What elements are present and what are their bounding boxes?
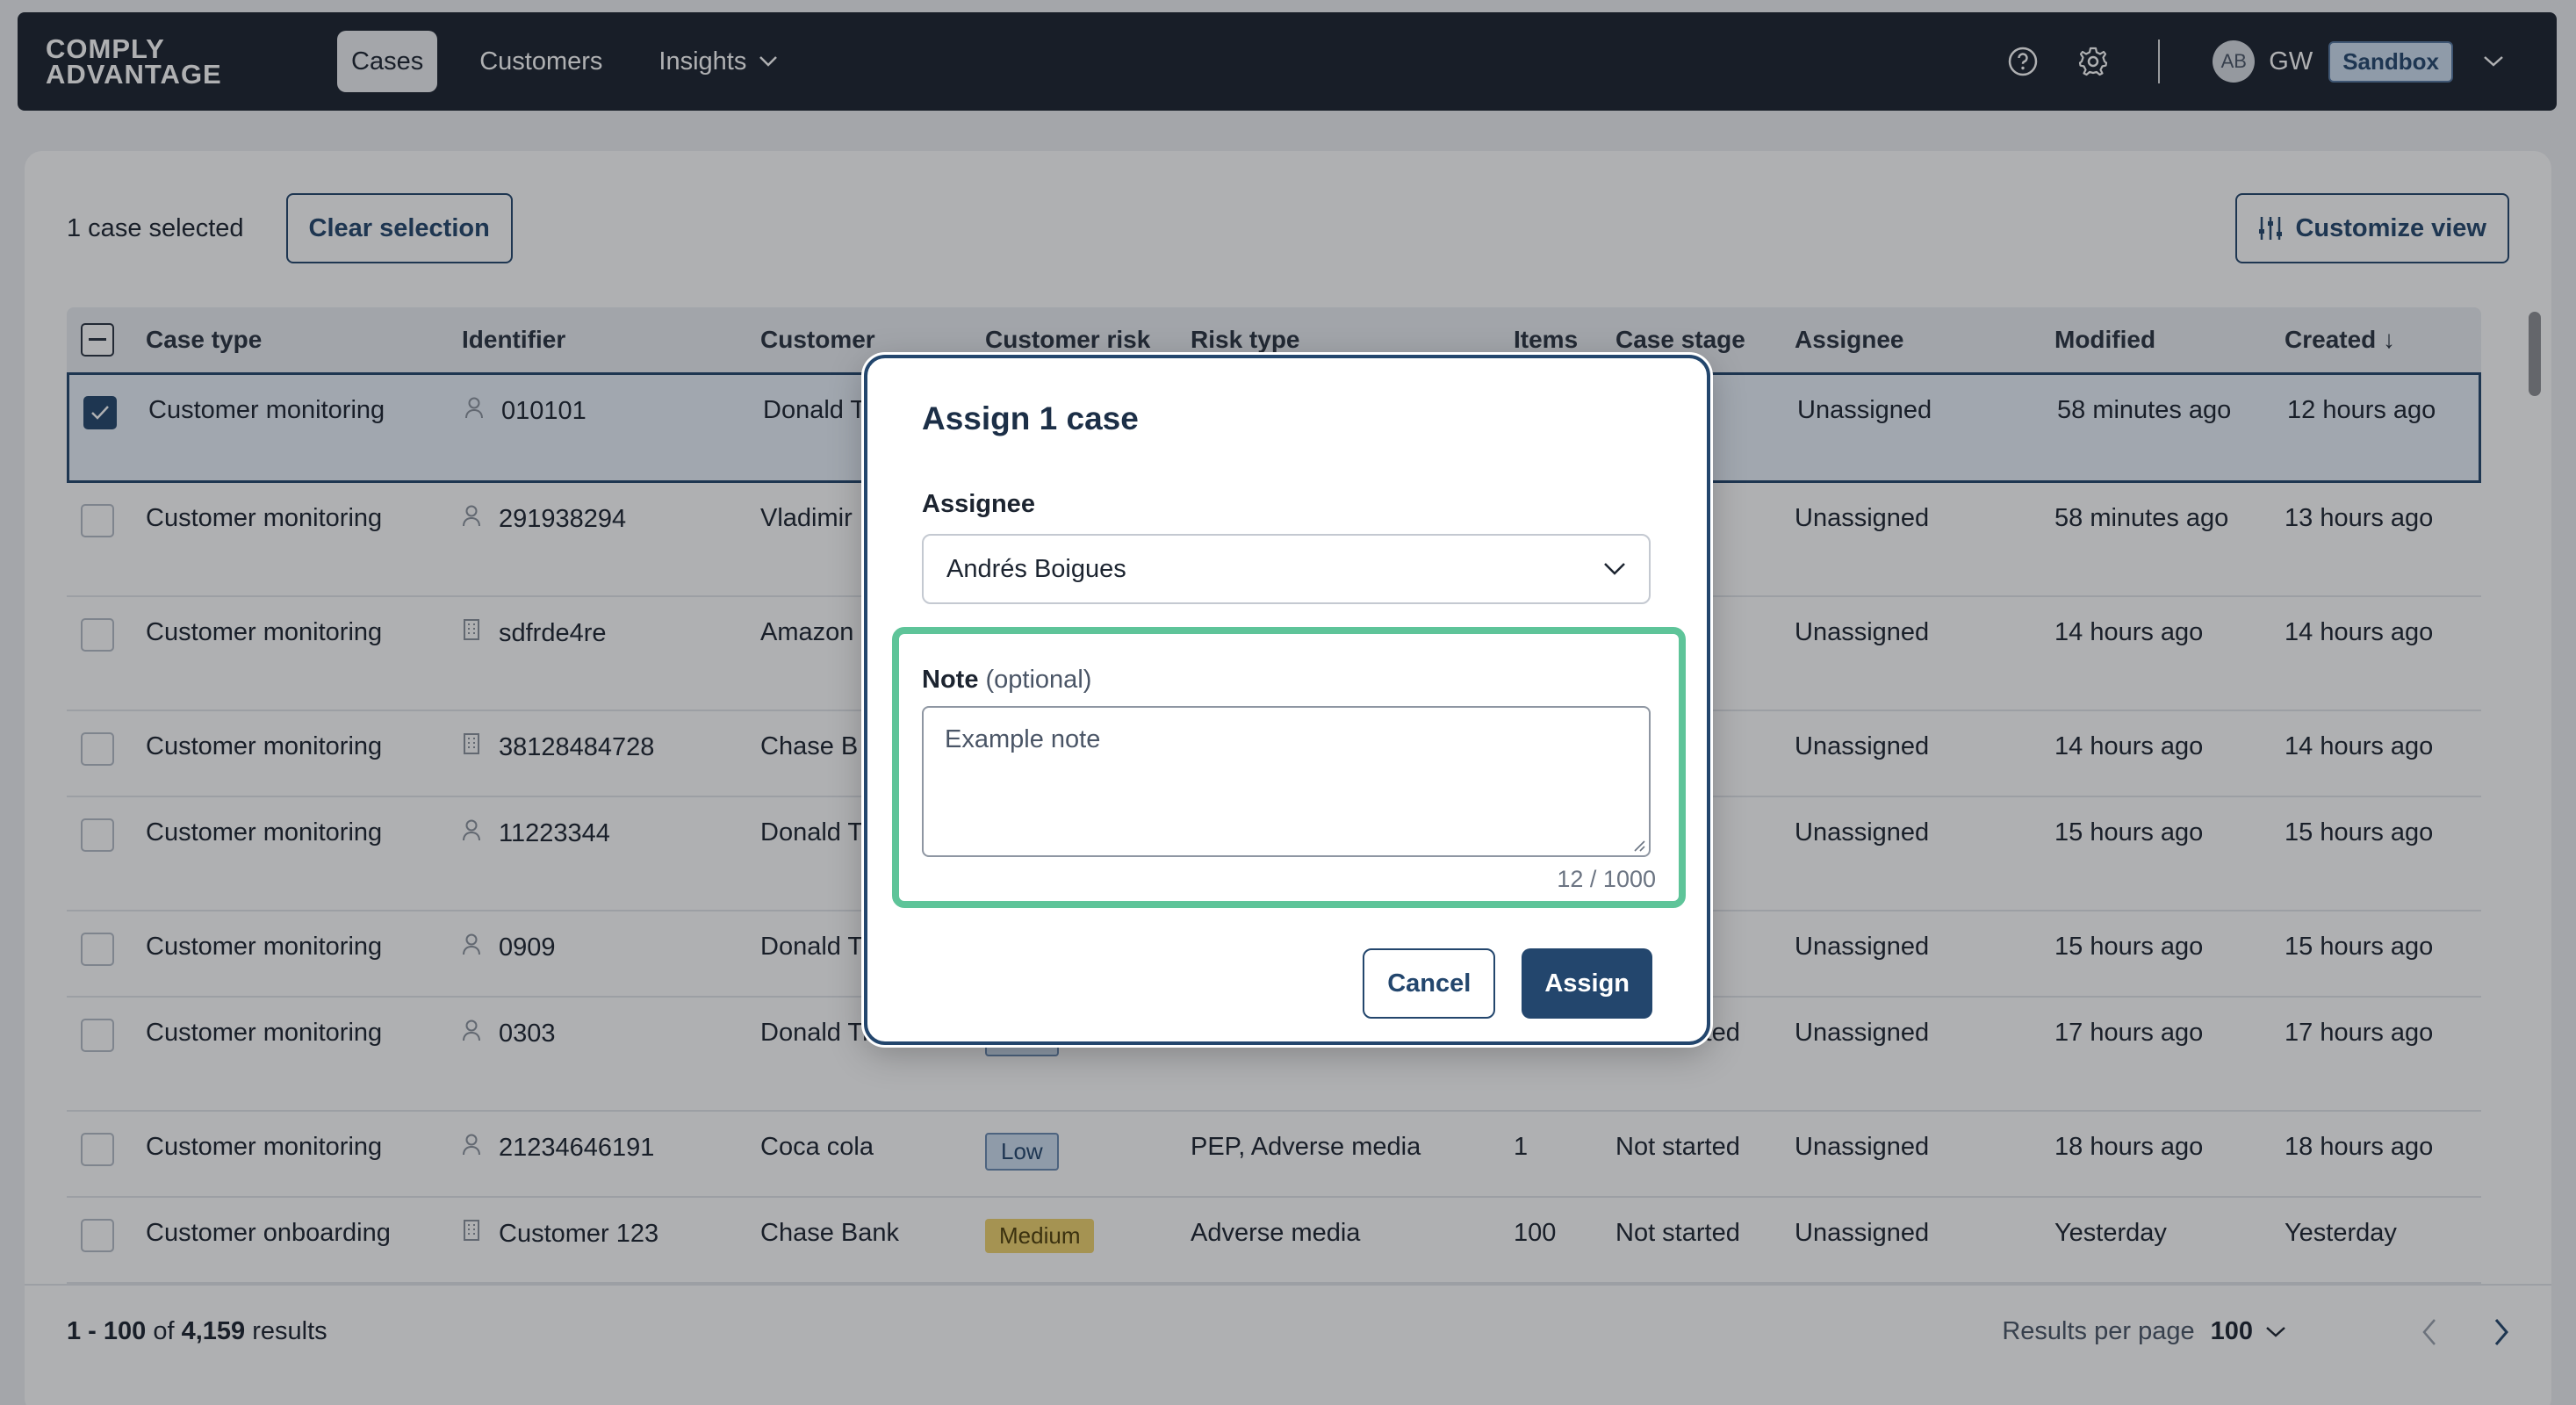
- note-optional-text: (optional): [985, 666, 1092, 694]
- note-label-text: Note: [922, 666, 979, 694]
- note-char-count: 12 / 1000: [1557, 866, 1656, 892]
- assign-button[interactable]: Assign: [1522, 948, 1652, 1019]
- cancel-label: Cancel: [1387, 969, 1471, 998]
- dialog-title: Assign 1 case: [922, 400, 1139, 436]
- cancel-button[interactable]: Cancel: [1363, 948, 1496, 1019]
- note-highlight: Note (optional) Example note 12 / 1000: [892, 627, 1686, 908]
- assignee-value: Andrés Boigues: [946, 554, 1126, 583]
- resize-grip-icon[interactable]: [1631, 838, 1645, 852]
- note-value: Example note: [945, 725, 1101, 753]
- assignee-select[interactable]: Andrés Boigues: [922, 534, 1651, 604]
- assign-case-dialog: Assign 1 case Assignee Andrés Boigues No…: [864, 355, 1710, 1045]
- dialog-actions: Cancel Assign: [1363, 948, 1652, 1019]
- note-textarea[interactable]: Example note: [922, 706, 1651, 857]
- note-label: Note (optional): [922, 666, 1091, 695]
- assignee-label: Assignee: [922, 490, 1035, 518]
- chevron-down-icon: [1603, 562, 1626, 576]
- assign-label: Assign: [1544, 969, 1630, 998]
